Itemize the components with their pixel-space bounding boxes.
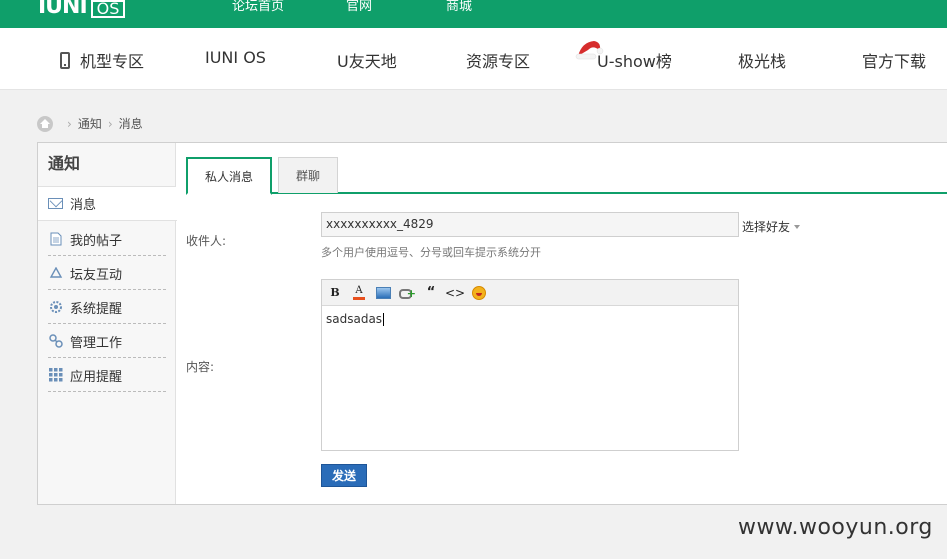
nav-item-u-show[interactable]: U-show榜 bbox=[597, 48, 672, 72]
nav-item-models[interactable]: 机型专区 bbox=[60, 48, 144, 72]
insert-link-icon[interactable] bbox=[399, 285, 416, 301]
breadcrumb: › 通知 › 消息 bbox=[37, 115, 143, 132]
nav-item-label: 机型专区 bbox=[80, 52, 145, 71]
breadcrumb-messages[interactable]: 消息 bbox=[119, 115, 143, 132]
gear-icon bbox=[48, 301, 63, 314]
tab-private-message[interactable]: 私人消息 bbox=[186, 157, 272, 195]
iuni-logo[interactable]: IUNI OS bbox=[38, 0, 126, 19]
nav-item-aurora[interactable]: 极光栈 bbox=[738, 48, 786, 72]
code-icon[interactable]: <> bbox=[445, 285, 465, 301]
send-button[interactable]: 发送 bbox=[321, 464, 367, 487]
sidebar-item-system-alerts[interactable]: 系统提醒 bbox=[38, 290, 176, 324]
top-bar: IUNI OS 论坛首页 官网 商城 bbox=[0, 0, 947, 28]
pick-friend-label: 选择好友 bbox=[742, 220, 791, 234]
bold-icon[interactable]: B bbox=[327, 285, 343, 301]
pick-friend-dropdown[interactable]: 选择好友 bbox=[742, 218, 801, 235]
sidebar-item-label: 应用提醒 bbox=[70, 369, 123, 385]
category-nav: 机型专区 IUNI OS U友天地 资源专区 U-show榜 极光栈 官方下载 bbox=[0, 28, 947, 90]
home-icon[interactable] bbox=[37, 115, 53, 132]
content-label: 内容: bbox=[186, 360, 215, 374]
top-link-store[interactable]: 商城 bbox=[446, 0, 472, 14]
nav-item-downloads[interactable]: 官方下载 bbox=[862, 48, 926, 72]
sidebar-item-app-alerts[interactable]: 应用提醒 bbox=[38, 358, 176, 392]
sidebar-item-label: 坛友互动 bbox=[70, 267, 123, 283]
message-textarea[interactable]: sadsadas bbox=[322, 306, 738, 332]
quote-icon[interactable]: “ bbox=[423, 285, 439, 301]
main-panel: 通知 消息 我的帖子 坛友互动 系统提醒 管理工作 应用提醒 私人消息 群聊 收… bbox=[37, 142, 947, 505]
nav-item-label: U友天地 bbox=[337, 52, 397, 71]
recycle-icon bbox=[48, 266, 63, 280]
recipient-hint: 多个用户使用逗号、分号或回车提示系统分开 bbox=[321, 246, 541, 259]
nav-item-label: 资源专区 bbox=[466, 52, 531, 71]
nav-item-u-friends[interactable]: U友天地 bbox=[337, 48, 397, 72]
nav-item-label: 官方下载 bbox=[862, 52, 927, 71]
link-icon bbox=[48, 334, 63, 348]
image-icon[interactable] bbox=[375, 285, 391, 301]
document-icon bbox=[48, 232, 63, 246]
phone-icon bbox=[60, 51, 70, 69]
breadcrumb-notifications[interactable]: 通知 bbox=[78, 115, 102, 132]
nav-item-label: 极光栈 bbox=[738, 52, 787, 71]
top-link-forum-home[interactable]: 论坛首页 bbox=[232, 0, 284, 14]
sidebar-item-label: 我的帖子 bbox=[70, 233, 123, 249]
nav-item-label: U-show榜 bbox=[597, 52, 672, 71]
sidebar-item-my-posts[interactable]: 我的帖子 bbox=[38, 222, 176, 256]
nav-item-resources[interactable]: 资源专区 bbox=[466, 48, 530, 72]
sidebar-item-interactions[interactable]: 坛友互动 bbox=[38, 256, 176, 290]
watermark: www.wooyun.org bbox=[738, 515, 933, 540]
font-color-icon[interactable]: A bbox=[351, 285, 367, 301]
sidebar-item-label: 管理工作 bbox=[70, 335, 123, 351]
sidebar-item-label: 系统提醒 bbox=[70, 301, 123, 317]
sidebar-item-admin-work[interactable]: 管理工作 bbox=[38, 324, 176, 358]
sidebar: 通知 消息 我的帖子 坛友互动 系统提醒 管理工作 应用提醒 bbox=[38, 143, 177, 504]
sidebar-item-label: 消息 bbox=[70, 198, 97, 213]
text-cursor bbox=[383, 313, 385, 326]
logo-box-text: OS bbox=[90, 0, 126, 18]
chevron-right-icon: › bbox=[107, 116, 113, 131]
chevron-right-icon: › bbox=[67, 116, 72, 131]
recipient-input[interactable]: xxxxxxxxxx_4829 bbox=[321, 212, 739, 237]
top-link-official-site[interactable]: 官网 bbox=[346, 0, 372, 14]
sidebar-title: 通知 bbox=[38, 143, 175, 187]
nav-item-label: IUNI OS bbox=[205, 48, 266, 67]
tab-group-chat[interactable]: 群聊 bbox=[278, 157, 338, 193]
chevron-down-icon bbox=[794, 224, 801, 229]
sidebar-item-messages[interactable]: 消息 bbox=[38, 187, 177, 221]
message-text: sadsadas bbox=[326, 312, 383, 326]
grid-icon bbox=[48, 368, 63, 382]
envelope-icon bbox=[48, 197, 63, 210]
message-editor: B A “ <> sadsadas bbox=[321, 279, 739, 451]
recipient-label: 收件人: bbox=[186, 234, 227, 248]
nav-item-iuni-os[interactable]: IUNI OS bbox=[205, 48, 266, 67]
editor-toolbar: B A “ <> bbox=[322, 280, 738, 306]
smiley-icon[interactable] bbox=[471, 285, 487, 301]
logo-text: IUNI bbox=[38, 0, 88, 19]
